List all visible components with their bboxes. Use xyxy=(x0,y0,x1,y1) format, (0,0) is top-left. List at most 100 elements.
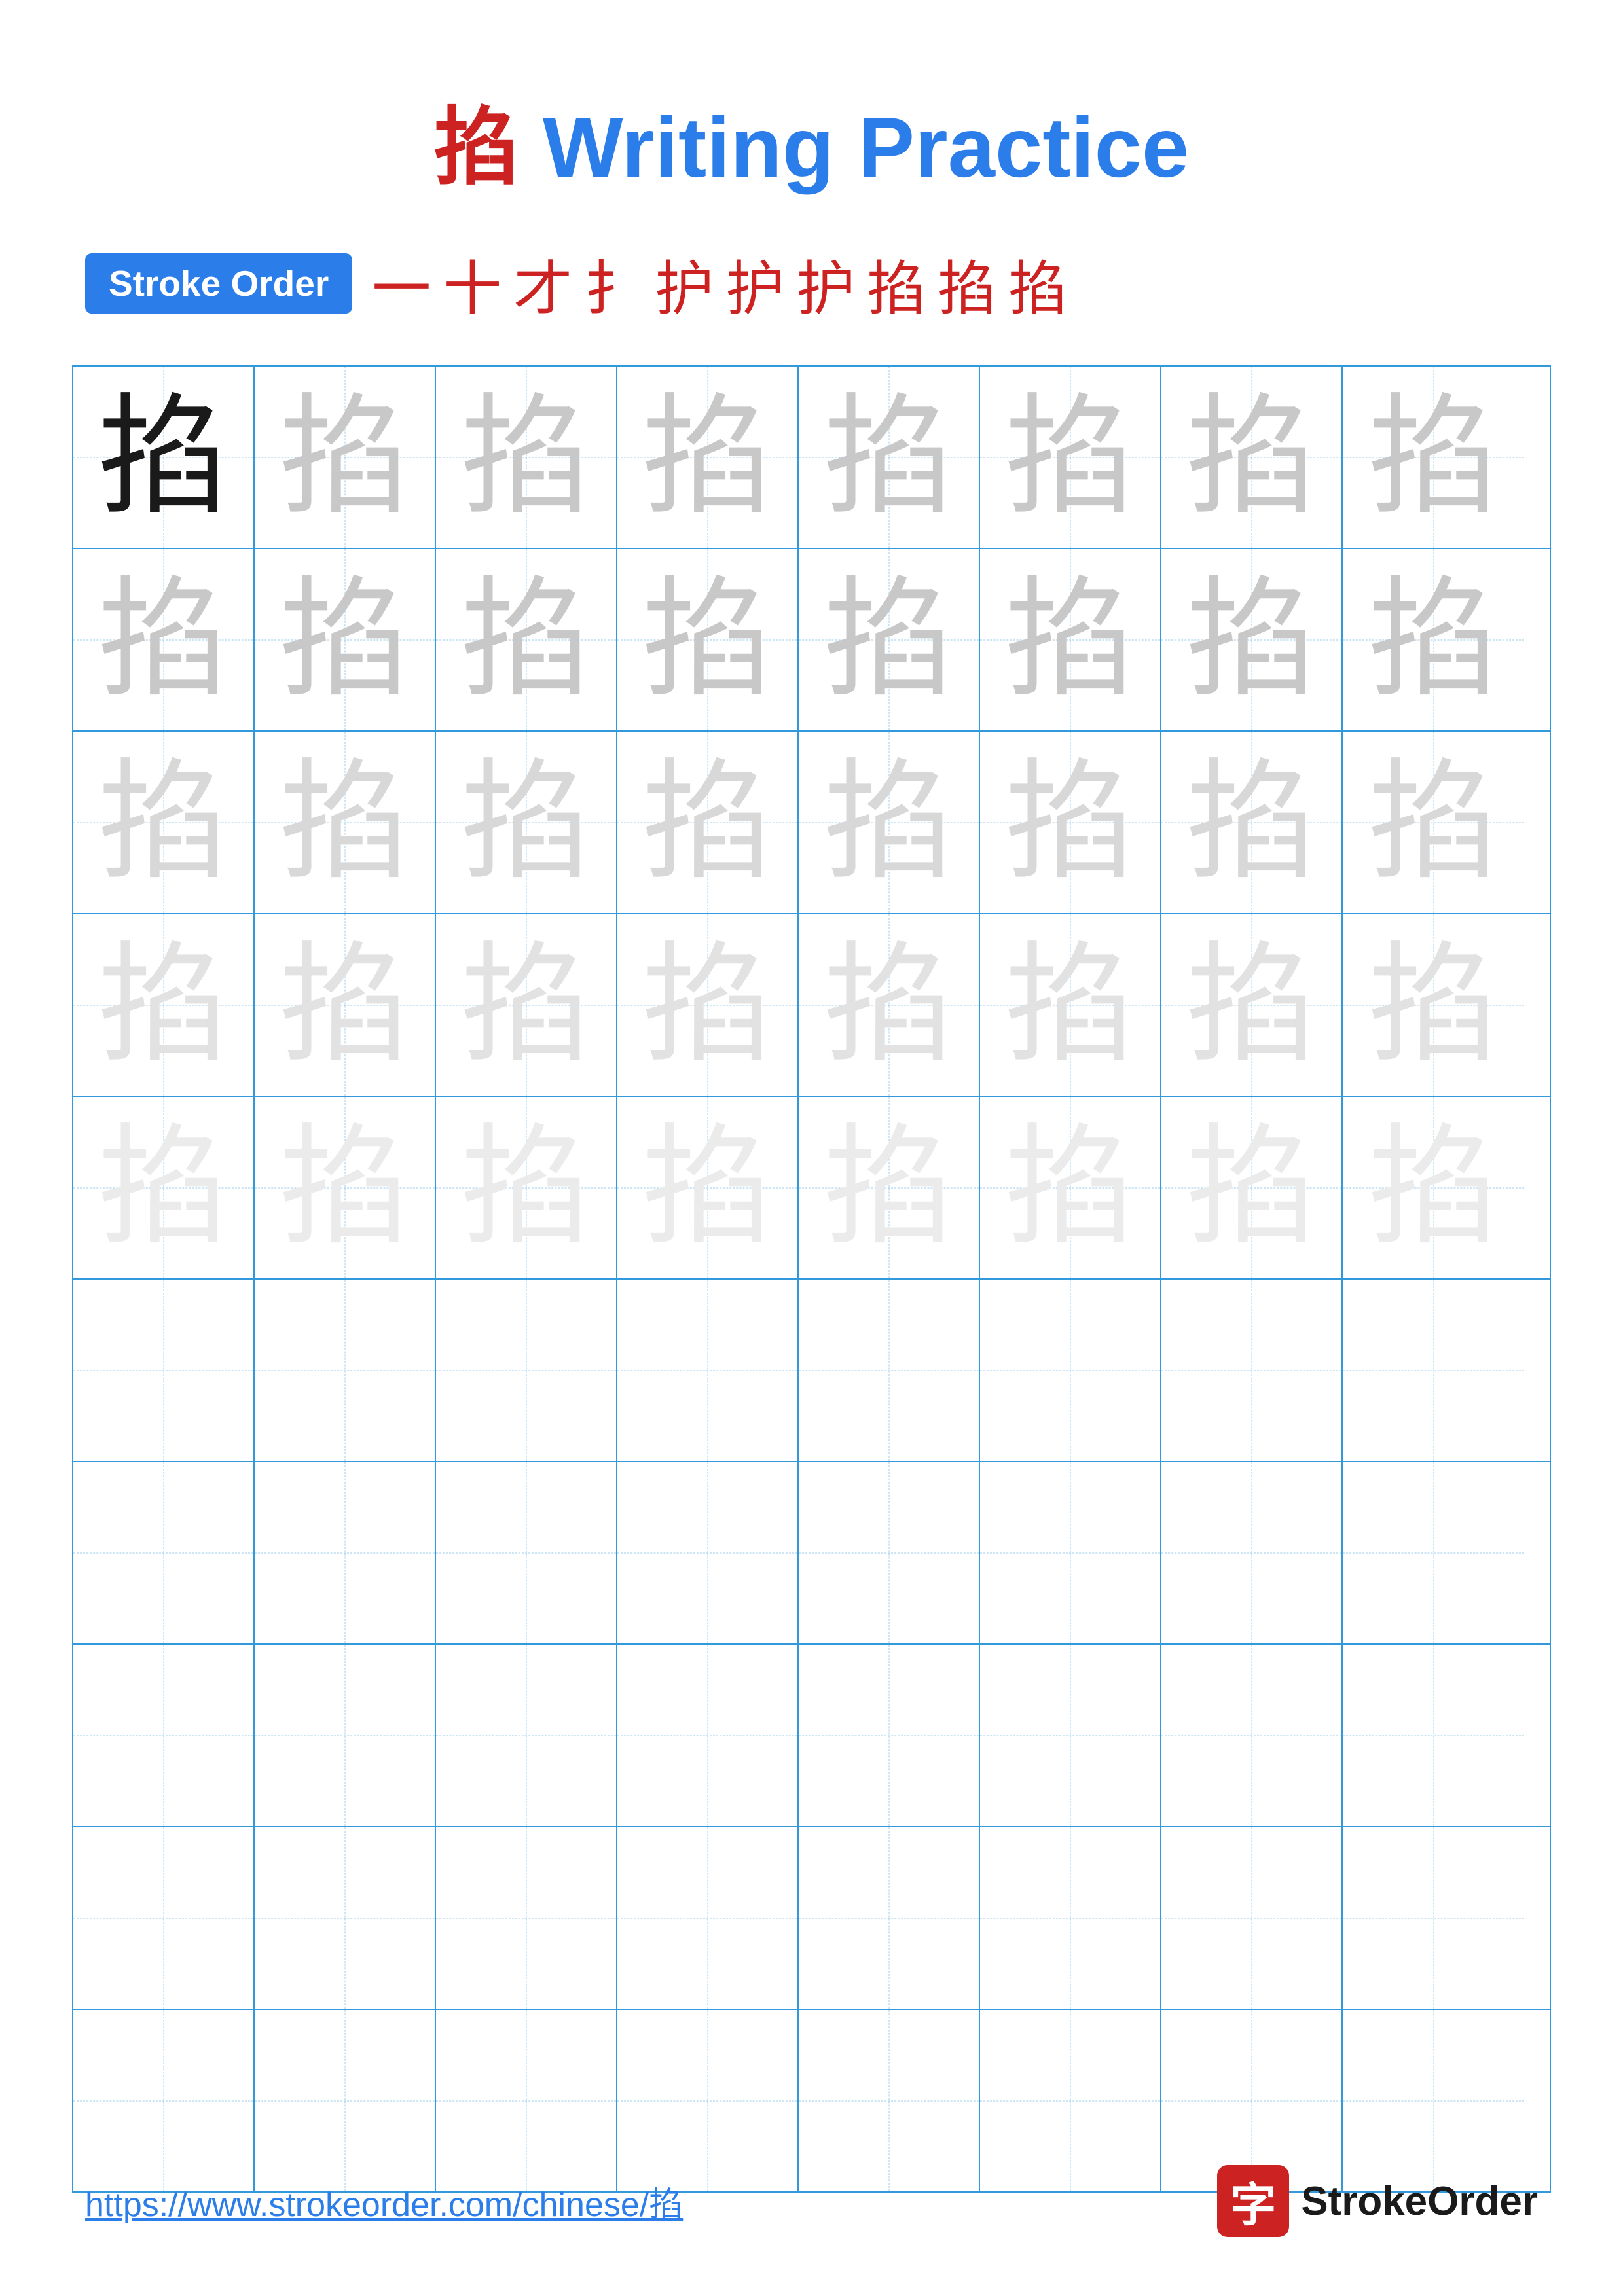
grid-cell[interactable]: 掐 xyxy=(617,367,799,548)
grid-cell[interactable]: 掐 xyxy=(1343,732,1524,913)
grid-cell[interactable] xyxy=(799,1827,980,2009)
grid-cell[interactable] xyxy=(255,1645,436,1826)
grid-cell[interactable] xyxy=(73,1827,255,2009)
grid-cell[interactable]: 掐 xyxy=(73,367,255,548)
practice-char: 掐 xyxy=(1368,940,1499,1071)
practice-char: 掐 xyxy=(823,757,954,888)
grid-cell[interactable] xyxy=(436,1827,617,2009)
grid-cell[interactable] xyxy=(73,1462,255,1643)
stroke-8: 掐 xyxy=(867,241,926,326)
grid-cell[interactable]: 掐 xyxy=(436,732,617,913)
grid-cell[interactable] xyxy=(436,2010,617,2191)
title-char: 掐 xyxy=(434,99,519,195)
footer-url-link[interactable]: https://www.strokeorder.com/chinese/掐 xyxy=(85,2177,683,2226)
grid-cell[interactable] xyxy=(73,1280,255,1461)
practice-char: 掐 xyxy=(823,1122,954,1253)
footer: https://www.strokeorder.com/chinese/掐 字 … xyxy=(0,2165,1623,2237)
grid-cell[interactable] xyxy=(1343,2010,1524,2191)
grid-cell[interactable] xyxy=(617,1827,799,2009)
grid-cell[interactable]: 掐 xyxy=(980,732,1161,913)
grid-cell[interactable] xyxy=(1343,1645,1524,1826)
grid-cell[interactable] xyxy=(980,1462,1161,1643)
grid-cell[interactable]: 掐 xyxy=(1343,914,1524,1096)
grid-cell[interactable] xyxy=(436,1645,617,1826)
grid-cell[interactable] xyxy=(73,2010,255,2191)
grid-cell[interactable]: 掐 xyxy=(1161,1097,1343,1278)
stroke-7: 护 xyxy=(796,241,855,326)
grid-cell[interactable] xyxy=(980,1645,1161,1826)
grid-cell[interactable]: 掐 xyxy=(255,914,436,1096)
grid-cell[interactable] xyxy=(255,1462,436,1643)
grid-cell[interactable]: 掐 xyxy=(799,732,980,913)
practice-char: 掐 xyxy=(279,940,410,1071)
grid-cell[interactable] xyxy=(1343,1827,1524,2009)
practice-char: 掐 xyxy=(98,757,228,888)
grid-cell[interactable]: 掐 xyxy=(1161,367,1343,548)
grid-cell[interactable] xyxy=(617,2010,799,2191)
grid-cell[interactable] xyxy=(799,1462,980,1643)
grid-cell[interactable] xyxy=(255,1827,436,2009)
grid-cell[interactable] xyxy=(1161,1280,1343,1461)
practice-char: 掐 xyxy=(642,1122,773,1253)
grid-cell[interactable] xyxy=(980,2010,1161,2191)
grid-cell[interactable] xyxy=(1343,1462,1524,1643)
grid-cell[interactable]: 掐 xyxy=(436,367,617,548)
grid-cell[interactable]: 掐 xyxy=(617,914,799,1096)
grid-cell[interactable] xyxy=(1161,1645,1343,1826)
grid-cell[interactable]: 掐 xyxy=(1343,549,1524,730)
grid-cell[interactable] xyxy=(255,1280,436,1461)
grid-cell[interactable]: 掐 xyxy=(980,549,1161,730)
grid-cell[interactable]: 掐 xyxy=(255,549,436,730)
grid-cell[interactable] xyxy=(436,1462,617,1643)
practice-char: 掐 xyxy=(1004,757,1135,888)
stroke-order-badge: Stroke Order xyxy=(85,253,352,314)
grid-cell[interactable]: 掐 xyxy=(799,914,980,1096)
grid-cell[interactable]: 掐 xyxy=(617,732,799,913)
grid-cell[interactable]: 掐 xyxy=(73,914,255,1096)
grid-cell[interactable] xyxy=(1161,2010,1343,2191)
grid-cell[interactable] xyxy=(73,1645,255,1826)
practice-char: 掐 xyxy=(1368,757,1499,888)
grid-cell[interactable] xyxy=(799,1280,980,1461)
grid-cell[interactable]: 掐 xyxy=(1161,914,1343,1096)
footer-logo: 字 StrokeOrder xyxy=(1217,2165,1538,2237)
grid-cell[interactable]: 掐 xyxy=(1343,1097,1524,1278)
grid-cell[interactable] xyxy=(617,1645,799,1826)
grid-cell[interactable]: 掐 xyxy=(255,1097,436,1278)
grid-cell[interactable]: 掐 xyxy=(617,1097,799,1278)
grid-cell[interactable] xyxy=(436,1280,617,1461)
practice-char: 掐 xyxy=(1004,575,1135,706)
grid-cell[interactable]: 掐 xyxy=(255,732,436,913)
grid-cell[interactable]: 掐 xyxy=(617,549,799,730)
grid-cell[interactable] xyxy=(617,1280,799,1461)
grid-cell[interactable]: 掐 xyxy=(73,732,255,913)
practice-char: 掐 xyxy=(1186,940,1317,1071)
grid-cell[interactable]: 掐 xyxy=(980,367,1161,548)
grid-cell[interactable]: 掐 xyxy=(799,367,980,548)
grid-cell[interactable]: 掐 xyxy=(980,1097,1161,1278)
grid-cell[interactable]: 掐 xyxy=(1161,732,1343,913)
grid-cell[interactable]: 掐 xyxy=(255,367,436,548)
grid-cell[interactable]: 掐 xyxy=(1343,367,1524,548)
grid-cell[interactable] xyxy=(980,1827,1161,2009)
grid-cell[interactable]: 掐 xyxy=(799,549,980,730)
grid-cell[interactable] xyxy=(1161,1462,1343,1643)
grid-cell[interactable]: 掐 xyxy=(436,914,617,1096)
grid-cell[interactable] xyxy=(799,2010,980,2191)
grid-cell[interactable]: 掐 xyxy=(799,1097,980,1278)
grid-cell[interactable]: 掐 xyxy=(73,1097,255,1278)
grid-cell[interactable] xyxy=(617,1462,799,1643)
grid-cell[interactable]: 掐 xyxy=(436,1097,617,1278)
grid-cell[interactable]: 掐 xyxy=(980,914,1161,1096)
grid-cell[interactable] xyxy=(1343,1280,1524,1461)
grid-cell[interactable] xyxy=(255,2010,436,2191)
grid-cell[interactable] xyxy=(980,1280,1161,1461)
grid-cell[interactable] xyxy=(1161,1827,1343,2009)
grid-cell[interactable]: 掐 xyxy=(73,549,255,730)
grid-cell[interactable]: 掐 xyxy=(436,549,617,730)
stroke-9: 掐 xyxy=(938,241,996,326)
grid-cell[interactable]: 掐 xyxy=(1161,549,1343,730)
practice-char: 掐 xyxy=(1368,575,1499,706)
strokeorder-logo-icon: 字 xyxy=(1217,2165,1289,2237)
grid-cell[interactable] xyxy=(799,1645,980,1826)
